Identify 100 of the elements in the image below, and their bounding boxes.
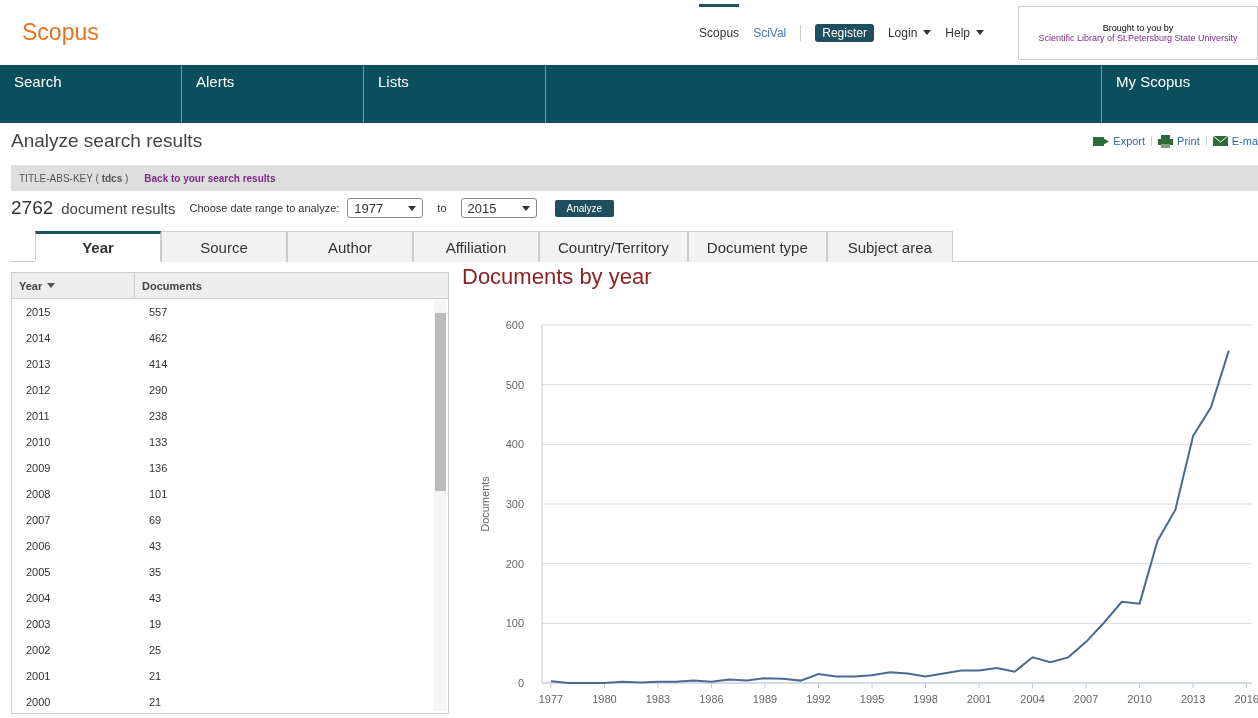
x-tick-label: 2007 (1073, 693, 1099, 705)
x-tick-label: 1977 (538, 693, 564, 705)
action-link[interactable]: Export (1093, 135, 1146, 147)
x-tick-label: 1986 (699, 693, 724, 705)
from-year-select[interactable]: 1977 (347, 198, 424, 218)
table-cell: 21 (149, 696, 162, 708)
y-axis-label: Documents (479, 476, 491, 532)
tab[interactable]: Subject area (826, 231, 953, 262)
nav-item[interactable]: Search (0, 65, 182, 123)
table-cell: 2000 (26, 696, 51, 708)
x-tick-label: 2016 (1234, 693, 1258, 705)
x-tick-label: 1992 (806, 693, 831, 705)
action-label: Export (1113, 135, 1146, 147)
nav-item[interactable]: My Scopus (1102, 65, 1258, 123)
caret-icon (408, 205, 417, 211)
caret-icon (47, 283, 56, 288)
action-label: Print (1177, 135, 1200, 147)
query-text: TITLE-ABS-KEY ( tdcs ) (19, 172, 129, 184)
product-link[interactable]: Scopus (699, 3, 740, 62)
table-cell: 101 (149, 488, 168, 500)
x-tick-label: 2013 (1180, 693, 1206, 705)
x-tick-label: 1998 (913, 693, 938, 705)
table-cell: 136 (149, 462, 168, 474)
table-cell: 2009 (26, 462, 51, 474)
x-tick-label: 2001 (966, 693, 992, 705)
table-cell: 2002 (26, 644, 51, 656)
table-cell: 414 (149, 358, 168, 370)
y-tick-label: 200 (505, 557, 524, 570)
table-cell: 2005 (26, 566, 51, 578)
institution-link[interactable]: Scientific Library of St.Petersburg State University (1018, 32, 1258, 43)
nav-item[interactable]: Alerts (182, 65, 364, 123)
x-tick-label: 2004 (1020, 693, 1045, 705)
table-cell: 290 (149, 384, 168, 396)
printer-icon (1158, 134, 1174, 148)
table-cell: 43 (149, 540, 162, 552)
column-header[interactable]: Documents (142, 279, 202, 292)
menu-link[interactable]: Login (887, 3, 932, 62)
product-link[interactable]: SciVal (753, 3, 787, 62)
table-cell: 2014 (26, 332, 51, 344)
to-label: to (437, 202, 447, 214)
x-tick-label: 1989 (752, 693, 778, 705)
x-tick-label: 1980 (592, 693, 617, 705)
table-cell: 2012 (26, 384, 51, 396)
nav-item[interactable]: Lists (364, 65, 546, 123)
scrollbar[interactable] (434, 301, 446, 711)
table-cell: 21 (149, 670, 162, 682)
table-cell: 133 (149, 436, 168, 448)
register-button[interactable]: Register (815, 23, 874, 42)
y-tick-label: 100 (505, 617, 524, 630)
table-cell: 238 (149, 410, 168, 422)
tab[interactable]: Author (287, 231, 413, 262)
tab[interactable]: Year (35, 231, 161, 262)
action-link[interactable]: E-ma (1212, 135, 1258, 147)
tab[interactable]: Source (161, 231, 287, 262)
table-cell: 25 (149, 644, 162, 656)
action-link[interactable]: Print (1158, 134, 1200, 148)
table-cell: 35 (149, 566, 162, 578)
tab[interactable]: Document type (687, 231, 827, 262)
range-label: Choose date range to analyze: (189, 202, 340, 214)
table-cell: 2011 (26, 410, 50, 422)
table-cell: 2010 (26, 436, 51, 448)
table-cell: 2006 (26, 540, 51, 552)
caret-icon (521, 205, 530, 211)
export-icon (1093, 135, 1110, 147)
tab[interactable]: Affiliation (413, 231, 539, 262)
table-cell: 462 (149, 332, 168, 344)
to-year-select[interactable]: 2015 (460, 198, 537, 218)
result-label: document results (61, 199, 176, 217)
chart-title: Documents by year (462, 264, 653, 290)
analyze-button[interactable]: Analyze (554, 199, 615, 217)
column-header[interactable]: Year (19, 279, 43, 292)
table-cell: 43 (149, 592, 162, 604)
x-tick-label: 1995 (859, 693, 885, 705)
envelope-icon (1212, 136, 1228, 146)
caret-icon (976, 30, 984, 35)
y-tick-label: 300 (505, 498, 524, 510)
table-cell: 19 (149, 618, 162, 630)
x-tick-label: 2010 (1127, 693, 1152, 705)
table-cell: 69 (149, 514, 162, 526)
table-cell: 2013 (26, 358, 51, 370)
tab[interactable]: Country/Territory (539, 231, 688, 262)
page-title: Analyze search results (11, 130, 203, 152)
menu-link[interactable]: Help (945, 3, 984, 62)
y-tick-label: 0 (517, 677, 524, 689)
y-tick-label: 400 (505, 438, 524, 451)
table-cell: 2003 (26, 618, 51, 630)
action-label: E-ma (1231, 135, 1258, 147)
table-cell: 2004 (26, 592, 51, 604)
result-count: 2762 (11, 197, 54, 219)
y-tick-label: 600 (505, 319, 524, 331)
table-cell: 2008 (26, 488, 51, 500)
table-cell: 2007 (26, 514, 51, 526)
table-cell: 557 (149, 306, 168, 318)
table-cell: 2001 (26, 670, 51, 682)
y-tick-label: 500 (505, 378, 524, 391)
back-link[interactable]: Back to your search results (144, 172, 276, 184)
table-cell: 2015 (26, 306, 51, 318)
institution-caption: Brought to you by (1102, 22, 1174, 33)
caret-icon (923, 30, 932, 35)
x-tick-label: 1983 (645, 693, 671, 705)
